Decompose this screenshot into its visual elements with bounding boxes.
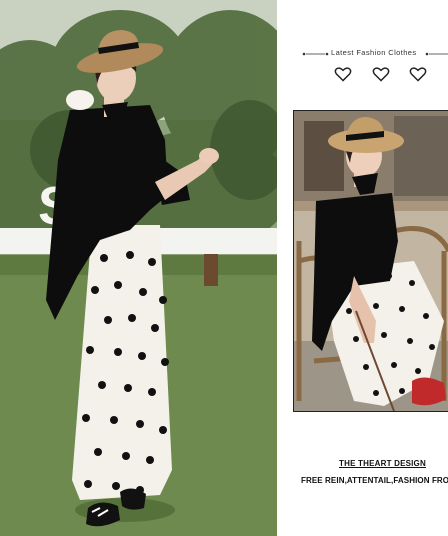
- hearts-row: [334, 66, 444, 84]
- heart-icon[interactable]: [334, 66, 352, 82]
- left-photo: SU: [0, 0, 277, 536]
- heart-icon[interactable]: [372, 66, 390, 82]
- right-photo: [293, 110, 448, 412]
- tagline-row: Latest Fashion Clothes: [277, 47, 448, 61]
- brand-title: THE THEART DESIGN: [339, 459, 426, 468]
- right-photo-scene: [294, 111, 448, 411]
- product-panel: Latest Fashion Clothes THE THEART DESIGN…: [277, 0, 448, 536]
- tagline-text: Latest Fashion Clothes: [331, 48, 417, 57]
- brand-subtitle: FREE REIN,ATTENTAIL,FASHION FRO: [301, 476, 448, 485]
- left-photo-scene: SU: [0, 0, 277, 536]
- heart-icon[interactable]: [409, 66, 427, 82]
